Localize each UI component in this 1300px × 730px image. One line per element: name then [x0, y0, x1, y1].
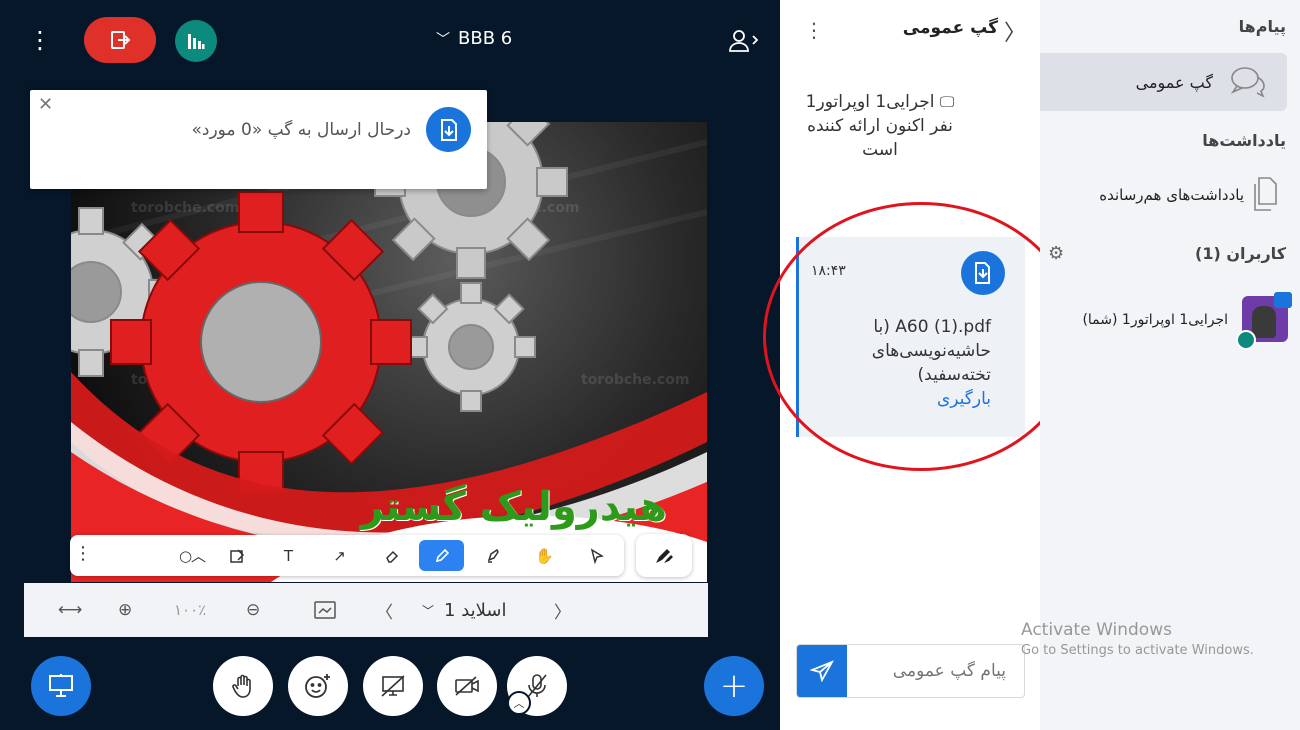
highlighter-tool-icon[interactable]: [470, 540, 515, 571]
sidebar-item-label: یادداشت‌های هم‌رسانده: [1099, 186, 1244, 204]
reactions-button[interactable]: [288, 656, 348, 716]
share-webcam-button[interactable]: [437, 656, 497, 716]
system-message: 🖵 اجرایی1 اوپراتور1 نفر اکنون ارائه کنند…: [800, 90, 960, 162]
sidebar-item-public-chat[interactable]: گپ عمومی: [1040, 53, 1287, 111]
windows-activation-watermark: Activate Windows Go to Settings to activ…: [1021, 620, 1254, 658]
user-list-item[interactable]: اجرایی1 اوپراتور1 (شما): [1040, 290, 1300, 350]
presentation-slide: torobche.com torobche.com torobche.com t…: [71, 122, 707, 582]
users-heading: کاربران (1): [1195, 244, 1286, 263]
leave-meeting-button[interactable]: [84, 17, 156, 63]
system-message-text: اجرایی1 اوپراتور1 نفر اکنون ارائه کننده …: [805, 92, 953, 160]
chat-panel: ⋮ گپ عمومی 〉 🖵 اجرایی1 اوپراتور1 نفر اکن…: [780, 0, 1040, 730]
download-icon[interactable]: [961, 251, 1005, 295]
ellipse-tool-icon[interactable]: ○: [163, 540, 208, 571]
file-name: A60 (1).pdf (با حاشیه‌نویسی‌های تخته‌سفی…: [841, 315, 991, 411]
options-menu-icon[interactable]: ⋮: [28, 26, 52, 54]
fullscreen-icon[interactable]: [314, 597, 336, 623]
leave-icon: [111, 31, 131, 49]
chat-options-icon[interactable]: ⋮: [804, 18, 824, 42]
meeting-title-dropdown[interactable]: ﹀ BBB 6: [436, 28, 512, 49]
raise-hand-button[interactable]: [213, 656, 273, 716]
chat-title: گپ عمومی: [902, 18, 998, 38]
download-link[interactable]: بارگیری: [841, 387, 991, 411]
notes-heading: یادداشت‌ها: [1202, 131, 1286, 150]
sidebar-item-shared-notes[interactable]: یادداشت‌های هم‌رسانده: [1040, 170, 1300, 220]
close-chat-chevron-icon[interactable]: 〉: [1004, 15, 1026, 47]
whiteboard-toolbar: ⋮ ︿ ○ T ↗ ✋: [70, 535, 624, 576]
file-message: ۱۸:۴۳ A60 (1).pdf (با حاشیه‌نویسی‌های تخ…: [796, 237, 1025, 437]
text-tool-icon[interactable]: T: [266, 540, 311, 571]
audio-options-chevron-icon[interactable]: ︿: [507, 691, 531, 715]
eraser-tool-icon[interactable]: [369, 540, 414, 571]
share-screen-button[interactable]: [363, 656, 423, 716]
zoom-out-icon[interactable]: ⊖: [246, 597, 260, 623]
close-icon[interactable]: ✕: [38, 94, 53, 115]
screen-share-off-icon: [381, 675, 405, 697]
presenter-badge-icon: [1274, 292, 1292, 308]
sidebar-item-label: گپ عمومی: [1135, 73, 1213, 92]
slide-heading: هیدرولیک گستر: [360, 484, 667, 530]
presentation-controls: ⟷ ⊕ ۱۰۰٪ ⊖ 〈 ﹀ اسلاید 1 〉: [24, 583, 708, 637]
presentation-icon: [49, 674, 73, 697]
previous-slide-icon[interactable]: 〈: [376, 597, 393, 623]
actions-plus-button[interactable]: +: [704, 656, 764, 716]
chat-message-input[interactable]: [856, 661, 1006, 681]
multi-user-whiteboard-button[interactable]: [636, 534, 692, 577]
note-tool-icon[interactable]: [214, 540, 259, 571]
fit-to-width-icon[interactable]: ⟷: [58, 597, 82, 623]
gear-icon[interactable]: ⚙: [1048, 243, 1064, 264]
bar-chart-icon: [188, 34, 205, 49]
select-tool-icon[interactable]: [574, 540, 619, 571]
presenter-icon: 🖵: [939, 93, 955, 111]
smiley-plus-icon: [305, 674, 330, 698]
learning-dashboard-button[interactable]: [175, 20, 217, 62]
file-name-text: A60 (1).pdf (با حاشیه‌نویسی‌های تخته‌سفی…: [871, 317, 991, 385]
user-list-icon: [729, 30, 759, 52]
chat-input-area: [796, 644, 1025, 698]
next-slide-icon[interactable]: 〉: [554, 597, 571, 623]
documents-icon: [1250, 176, 1280, 218]
headphones-icon: [1236, 330, 1256, 350]
toggle-user-list-button[interactable]: [726, 26, 762, 56]
presentation-area: ⋮ ﹀ BBB 6 torobche.com torobche.com toro…: [0, 0, 780, 730]
pencil-tool-icon[interactable]: [419, 540, 464, 571]
multi-pen-icon: [656, 548, 673, 563]
meeting-title: BBB 6: [458, 28, 513, 49]
plus-icon: +: [719, 666, 749, 706]
slide-select[interactable]: ﹀ اسلاید 1: [422, 597, 506, 623]
activation-subtitle: Go to Settings to activate Windows.: [1021, 643, 1254, 658]
chevron-down-icon: ﹀: [422, 603, 435, 618]
hand-tool-icon[interactable]: ✋: [522, 540, 567, 571]
user-name: اجرایی1 اوپراتور1 (شما): [1082, 312, 1228, 328]
activation-title: Activate Windows: [1021, 620, 1172, 640]
toolbar-more-icon[interactable]: ⋮: [74, 543, 92, 564]
toggle-presentation-button[interactable]: [31, 656, 91, 716]
download-icon: [426, 107, 471, 152]
send-icon: [810, 660, 834, 682]
microphone-off-icon: [527, 674, 547, 698]
camera-off-icon: [455, 676, 479, 696]
messages-heading: پیام‌ها: [1238, 17, 1286, 36]
send-message-button[interactable]: [797, 645, 847, 697]
sending-to-chat-toast: ✕ درحال ارسال به گپ «0 مورد»: [30, 90, 487, 189]
zoom-value: ۱۰۰٪: [174, 601, 207, 619]
message-time: ۱۸:۴۳: [811, 263, 846, 279]
slide-label: اسلاید 1: [444, 599, 507, 621]
chevron-down-icon: ﹀: [436, 31, 450, 48]
hand-icon: [232, 674, 251, 698]
toast-message: درحال ارسال به گپ «0 مورد»: [191, 120, 412, 140]
zoom-in-icon[interactable]: ⊕: [118, 597, 132, 623]
chat-bubbles-icon: [1229, 65, 1267, 103]
arrow-tool-icon[interactable]: ↗: [317, 540, 362, 571]
